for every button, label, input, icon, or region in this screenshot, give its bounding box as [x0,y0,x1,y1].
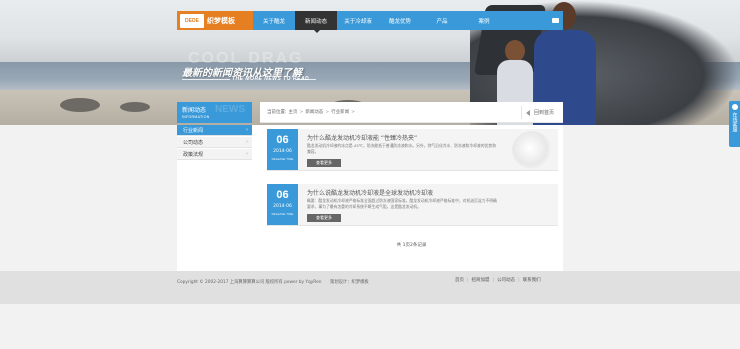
arrow-left-icon [525,109,530,116]
pagination: 共 1页2条记录 [396,243,427,248]
article-summary: 概要：酷龙发动机冷却液严格标准全面超过防冻液国家标准。酷龙发动机冷却液严格标准中… [307,198,497,209]
article-item: 06 2014-06 RELEASE TIME 为什么酷龙发动机冷却液能 “性臻… [267,129,558,171]
slogan-divider [296,79,316,80]
nav-item-news[interactable]: 新闻动态 [295,11,337,33]
article-decoration [512,131,552,169]
site-logo[interactable]: DEDE 织梦模板 [177,11,253,30]
sidebar-item-industry-news[interactable]: 行业新闻 › [177,125,252,136]
breadcrumb-prefix: 当前位置: [267,110,287,115]
article-title[interactable]: 为什么说酷龙发动机冷却液是全球发动机冷却液 [307,188,433,197]
chevron-right-icon: › [246,127,248,133]
sidebar-ghost-text: NEWS [215,104,245,115]
article-title[interactable]: 为什么酷龙发动机冷却液能 “性臻冷热夹” [307,133,417,142]
chat-icon [551,18,559,23]
rock-shape [60,98,100,112]
nav-item-products[interactable]: 产品 [421,11,463,30]
logo-mark: DEDE [180,13,204,28]
logo-text: 织梦模板 [207,16,235,25]
sidebar-header: 新闻动态 INFORMATION NEWS [177,102,252,123]
article-date: 06 2014-06 RELEASE TIME [267,184,298,225]
breadcrumb: 当前位置: 主页 > 新闻动态 > 行业新闻 > [260,102,563,123]
back-home-label: 回到首页 [533,110,554,116]
back-home-button[interactable]: 回到首页 [520,106,559,119]
breadcrumb-separator: > [299,109,304,115]
article-date: 06 2014-06 RELEASE TIME [267,129,298,170]
sidebar: 新闻动态 INFORMATION NEWS 行业新闻 › 公司动态 › 政策法规… [177,102,252,271]
date-year-month: 2014-06 [273,204,292,209]
breadcrumb-home[interactable]: 主页 [289,109,298,115]
footer-separator: | [467,277,469,283]
footer-link-home[interactable]: 首页 [455,277,464,283]
sidebar-item-policies[interactable]: 政策法规 › [177,149,252,160]
sidebar-item-label: 公司动态 [183,139,204,146]
online-service-label: 在线客服 [731,112,738,132]
headset-icon [731,104,738,110]
footer-copyright: Copyright © 2002-2017 上海算算算算公司 版权所有 powe… [177,280,369,285]
article-item: 06 2014-06 RELEASE TIME 为什么说酷龙发动机冷却液是全球发… [267,184,558,226]
footer-links: 首页 | 招商加盟 | 公司动态 | 联系我们 [455,277,541,284]
breadcrumb-news[interactable]: 新闻动态 [305,109,323,115]
online-service-tab[interactable]: 在线客服 [729,101,740,147]
read-more-button[interactable]: 查看更多 [307,159,341,167]
rock-shape [120,102,150,112]
nav-item-coolant[interactable]: 关于冷却液 [337,11,379,30]
date-day: 06 [276,189,289,201]
footer-separator: | [492,277,495,283]
date-year-month: 2014-06 [273,149,292,154]
sidebar-item-label: 行业新闻 [183,127,204,134]
chevron-right-icon: › [246,139,248,145]
breadcrumb-separator: > [325,109,330,115]
sidebar-list: 行业新闻 › 公司动态 › 政策法规 › [177,125,252,160]
footer-link-franchise[interactable]: 招商加盟 [472,277,490,283]
footer-bar [0,271,740,304]
chat-button[interactable] [547,11,563,30]
article-summary: 酷龙发动机冷却液的冰点是-45℃，防冻能抵于普通防冻液和水。另外，除气沿化冷水、… [307,143,496,154]
footer-link-company-news[interactable]: 公司动态 [497,277,515,283]
slogan-divider [182,79,230,80]
sidebar-item-label: 政策法规 [183,151,204,158]
read-more-button[interactable]: 查看更多 [307,214,341,222]
sidebar-title-en: INFORMATION [182,115,210,119]
nav-item-cases[interactable]: 案例 [463,11,505,30]
footer-separator: | [518,277,520,283]
nav-item-about[interactable]: 关于酷龙 [253,11,295,30]
breadcrumb-separator: > [351,109,355,115]
sidebar-item-company-news[interactable]: 公司动态 › [177,137,252,148]
date-release-label: RELEASE TIME [271,212,294,216]
date-day: 06 [276,134,289,146]
date-release-label: RELEASE TIME [271,157,294,161]
breadcrumb-industry[interactable]: 行业新闻 [331,109,349,115]
chevron-right-icon: › [246,151,248,157]
main-content: 当前位置: 主页 > 新闻动态 > 行业新闻 > 回到首页 06 2014-06… [260,102,563,271]
footer-link-contact[interactable]: 联系我们 [523,277,541,283]
main-nav: 关于酷龙 新闻动态 关于冷却液 酷龙优势 产品 案例 [253,11,563,33]
nav-item-advantages[interactable]: 酷龙优势 [379,11,421,30]
